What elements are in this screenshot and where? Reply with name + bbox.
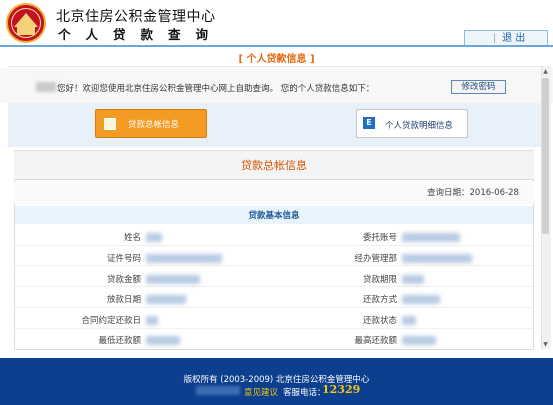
value-redacted bbox=[146, 275, 200, 284]
excel-doc-icon: E bbox=[363, 117, 375, 129]
query-date-label: 查询日期： bbox=[427, 188, 470, 198]
section-title: [ 个人贷款信息 ] bbox=[238, 54, 315, 65]
basic-info-title: 贷款基本信息 bbox=[248, 211, 300, 221]
tab-loan-summary-label: 贷款总帐信息 bbox=[128, 120, 180, 130]
greeting-text: 您好！欢迎您使用北京住房公积金管理中心网上自助查询。 您的个人贷款信息如下： bbox=[57, 84, 375, 94]
user-name-redacted bbox=[36, 82, 56, 92]
scrollbar-thumb[interactable] bbox=[542, 78, 549, 234]
value-redacted bbox=[146, 295, 186, 304]
field-entrust-account-label: 委托账号 bbox=[362, 233, 397, 243]
housing-fund-logo-icon bbox=[6, 3, 46, 43]
value-redacted bbox=[402, 233, 460, 242]
value-redacted bbox=[146, 336, 180, 345]
field-repayment-method-label: 还款方式 bbox=[362, 295, 397, 305]
feedback-link[interactable]: 意见建议 bbox=[244, 386, 278, 398]
hotline-number: 12329 bbox=[322, 383, 361, 396]
tab-loan-summary[interactable]: 贷款总帐信息 bbox=[95, 109, 207, 138]
field-min-repayment-label: 最低还款额 bbox=[98, 336, 141, 346]
value-redacted bbox=[146, 233, 162, 242]
triangle-up-icon[interactable]: ▲ bbox=[541, 67, 550, 76]
row-divider bbox=[15, 265, 533, 266]
value-redacted bbox=[402, 295, 440, 304]
row-divider bbox=[15, 286, 533, 287]
field-repayment-day-label: 合同约定还款日 bbox=[81, 316, 141, 326]
field-name-label: 姓名 bbox=[123, 233, 141, 243]
org-name: 北京住房公积金管理中心 bbox=[56, 9, 216, 25]
row-divider bbox=[15, 328, 533, 329]
query-date-value: 2016-06-28 bbox=[469, 188, 519, 198]
query-date: 查询日期：2016-06-28 bbox=[427, 186, 519, 198]
tab-loan-detail-label: 个人贷款明细信息 bbox=[385, 121, 454, 131]
panel-title: 贷款总帐信息 bbox=[241, 159, 307, 172]
hotline-label: 客服电话： bbox=[283, 388, 326, 398]
value-redacted bbox=[146, 254, 222, 263]
field-id-number-label: 证件号码 bbox=[106, 254, 141, 264]
field-branch-label: 经办管理部 bbox=[354, 254, 397, 264]
copyright-text: 版权所有 (2003-2009) 北京住房公积金管理中心 bbox=[183, 375, 370, 385]
section-divider bbox=[8, 66, 545, 67]
field-max-repayment-label: 最高还款额 bbox=[354, 336, 397, 346]
field-loan-term-label: 贷款期限 bbox=[362, 275, 397, 285]
value-redacted bbox=[146, 316, 158, 325]
triangle-down-icon[interactable]: ▼ bbox=[541, 340, 550, 349]
field-repayment-status-label: 还款状态 bbox=[362, 316, 397, 326]
value-redacted bbox=[402, 275, 424, 284]
change-password-button[interactable]: 修改密码 bbox=[451, 80, 506, 94]
field-release-date-label: 放款日期 bbox=[106, 295, 141, 305]
value-redacted bbox=[402, 336, 436, 345]
ledger-icon bbox=[104, 118, 116, 130]
row-divider bbox=[15, 245, 533, 246]
system-title: 个人贷款查询 bbox=[58, 27, 224, 42]
logout-separator: | bbox=[492, 33, 497, 44]
row-divider bbox=[15, 307, 533, 308]
field-loan-amount-label: 贷款金额 bbox=[106, 275, 141, 285]
logout-label[interactable]: 退 出 bbox=[502, 33, 525, 44]
value-redacted bbox=[402, 316, 416, 325]
header-divider bbox=[0, 45, 553, 47]
value-redacted bbox=[402, 254, 472, 263]
footer-redacted bbox=[196, 386, 240, 395]
tab-loan-detail[interactable]: E 个人贷款明细信息 bbox=[356, 109, 468, 138]
